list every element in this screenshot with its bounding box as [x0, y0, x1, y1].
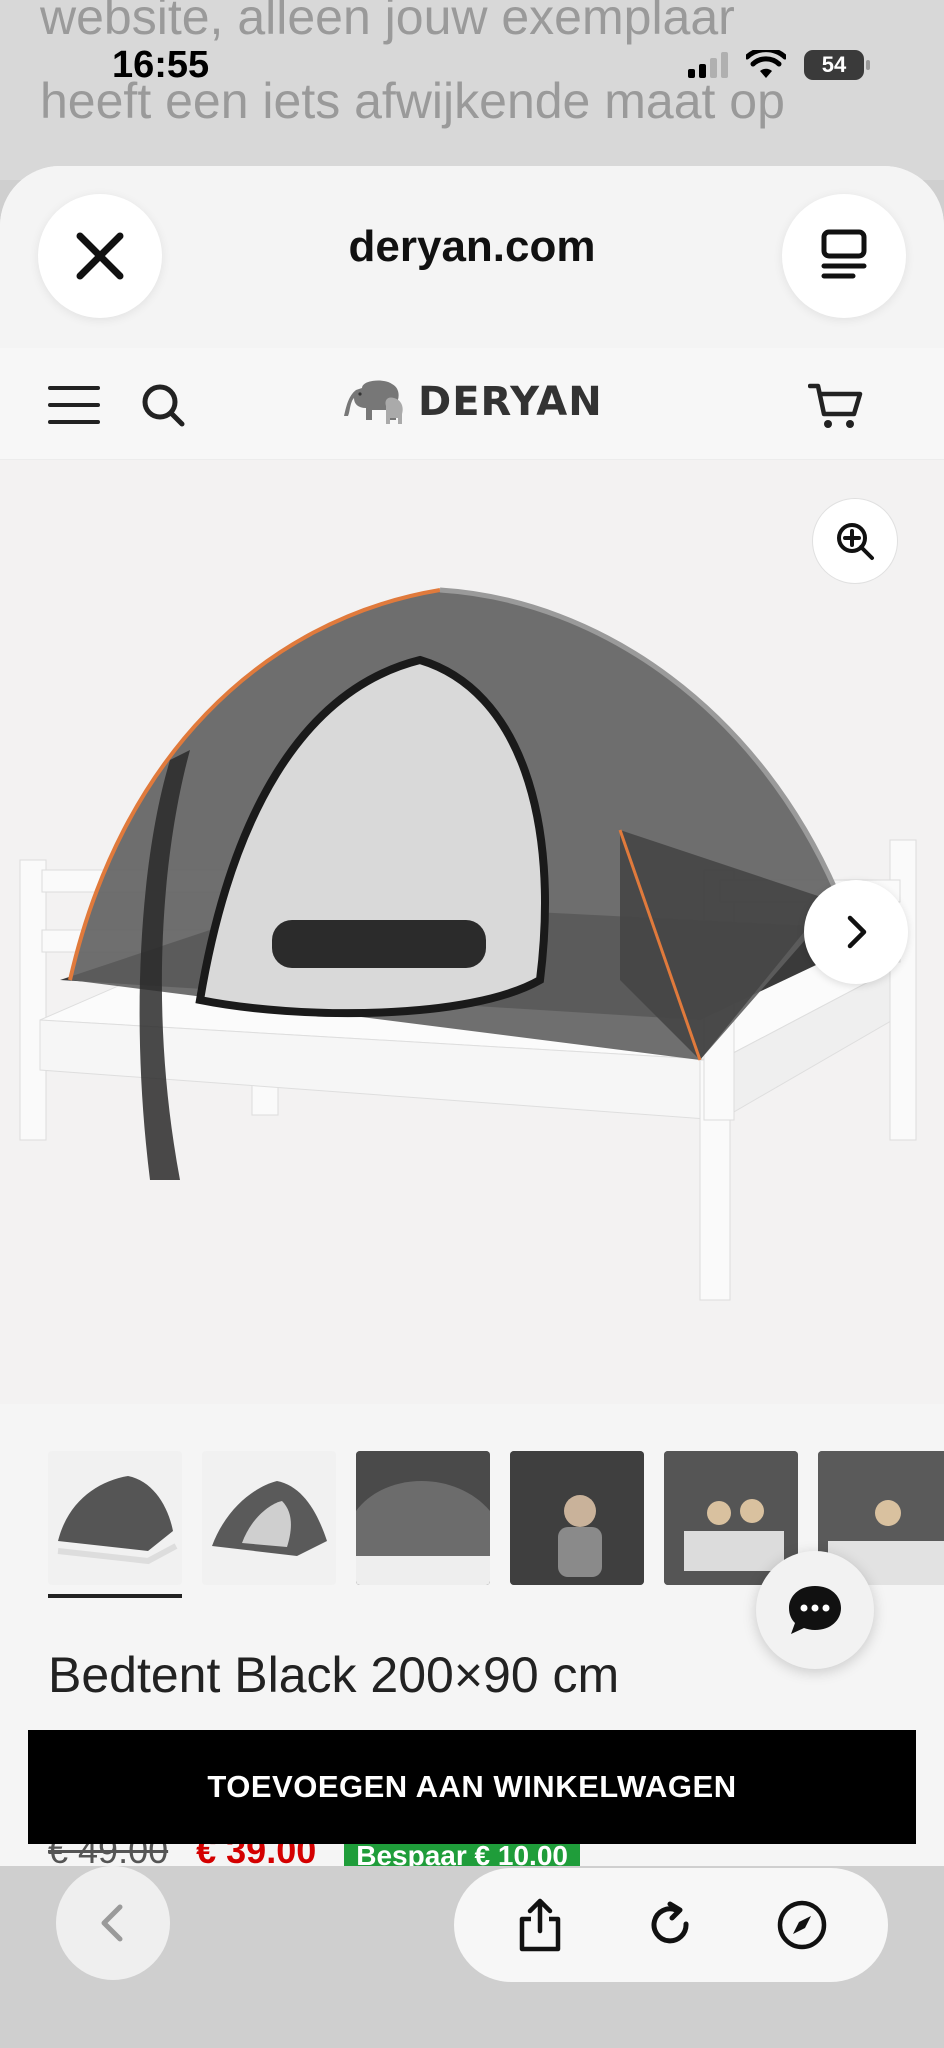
- browser-toolbar: [0, 1866, 944, 2048]
- menu-icon[interactable]: [48, 386, 100, 424]
- price-row: € 49.00 € 39.00 Bespaar € 10.00: [48, 1844, 580, 1868]
- zoom-in-icon: [837, 523, 874, 560]
- compass-button[interactable]: [767, 1890, 837, 1960]
- chevron-right-icon: [847, 915, 867, 949]
- tabs-icon: [821, 229, 867, 279]
- add-to-cart-button[interactable]: TOEVOEGEN AAN WINKELWAGEN: [28, 1730, 916, 1844]
- price-old: € 49.00: [48, 1844, 169, 1868]
- reload-icon: [651, 1901, 689, 1944]
- chevron-left-icon: [101, 1904, 123, 1942]
- reload-button[interactable]: [636, 1890, 706, 1960]
- brand-logo[interactable]: DERYAN: [344, 378, 603, 426]
- share-icon: [519, 1898, 560, 1952]
- thumbnail-4-image: [510, 1451, 644, 1585]
- share-button[interactable]: [505, 1890, 575, 1960]
- thumbnail-2[interactable]: [202, 1451, 336, 1585]
- background-text-line1: website, alleen jouw exemplaar: [40, 0, 735, 45]
- tabs-button[interactable]: [782, 194, 906, 318]
- status-time: 16:55: [112, 44, 210, 86]
- elephant-icon: [344, 380, 403, 424]
- next-image-button[interactable]: [804, 880, 908, 984]
- compass-icon: [778, 1900, 827, 1950]
- background-page: website, alleen jouw exemplaar heeft een…: [0, 0, 944, 180]
- zoom-button[interactable]: [812, 498, 898, 584]
- product-title: Bedtent Black 200×90 cm: [48, 1647, 620, 1703]
- sheet-header: deryan.com: [0, 166, 944, 348]
- tent-illustration: [19, 587, 917, 1301]
- thumbnail-3-image: [356, 1451, 490, 1585]
- thumbnail-3[interactable]: [356, 1451, 490, 1585]
- site-header: DERYAN: [0, 348, 944, 460]
- cart-icon[interactable]: [808, 382, 864, 432]
- status-icons: 54: [688, 50, 870, 80]
- chat-icon: [789, 1586, 841, 1634]
- toolbar-actions: [454, 1868, 888, 1982]
- brand-name: DERYAN: [418, 379, 603, 425]
- savings-badge: Bespaar € 10.00: [344, 1844, 580, 1868]
- active-thumbnail-indicator: [48, 1594, 182, 1598]
- search-icon[interactable]: [140, 382, 188, 430]
- wifi-icon: [746, 50, 786, 78]
- thumbnail-1-image: [57, 1476, 178, 1565]
- back-button[interactable]: [56, 1866, 170, 1980]
- signal-icon: [688, 52, 728, 78]
- thumbnail-2-image: [212, 1481, 327, 1556]
- price-new: € 39.00: [196, 1844, 317, 1868]
- thumbnail-1[interactable]: [48, 1451, 182, 1585]
- thumbnail-4[interactable]: [510, 1451, 644, 1585]
- battery-icon: 54: [804, 50, 870, 80]
- product-image[interactable]: [0, 460, 944, 1404]
- chat-button[interactable]: [756, 1551, 874, 1669]
